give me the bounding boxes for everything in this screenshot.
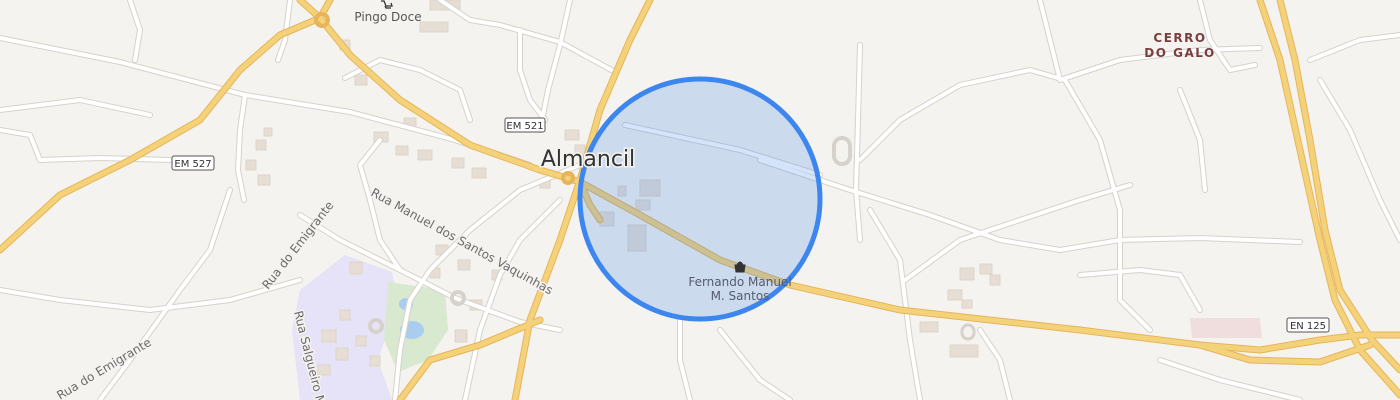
road-shield-em527: EM 527 (171, 155, 215, 171)
town-label: Almancil (541, 147, 635, 172)
shop-label-line1: Fernando Manuel (688, 275, 791, 289)
industrial-area (1190, 318, 1262, 338)
shop-label-line2: M. Santos (711, 289, 770, 303)
road-shield-em521: EM 521 (504, 117, 546, 133)
district-label-line1: CERRO (1153, 31, 1206, 45)
map-view[interactable]: EM 521 EM 527 EN 125 Pingo Doce Fernando… (0, 0, 1400, 400)
supermarket-poi[interactable]: Pingo Doce (354, 0, 422, 24)
street-label-rua-manuel: Rua Manuel dos Santos Vaquinhas (369, 185, 556, 297)
map-canvas[interactable]: EM 521 EM 527 EN 125 Pingo Doce Fernando… (0, 0, 1400, 400)
loop-road (960, 323, 976, 341)
svg-text:EM 527: EM 527 (174, 159, 211, 170)
loop-road (832, 136, 852, 166)
supermarket-label: Pingo Doce (354, 10, 421, 24)
district-label-line2: DO GALO (1144, 46, 1215, 60)
svg-text:EN 125: EN 125 (1290, 321, 1326, 332)
shopping-cart-icon (381, 0, 393, 9)
road-shield-en125: EN 125 (1286, 317, 1330, 333)
svg-text:EM 521: EM 521 (506, 121, 543, 132)
